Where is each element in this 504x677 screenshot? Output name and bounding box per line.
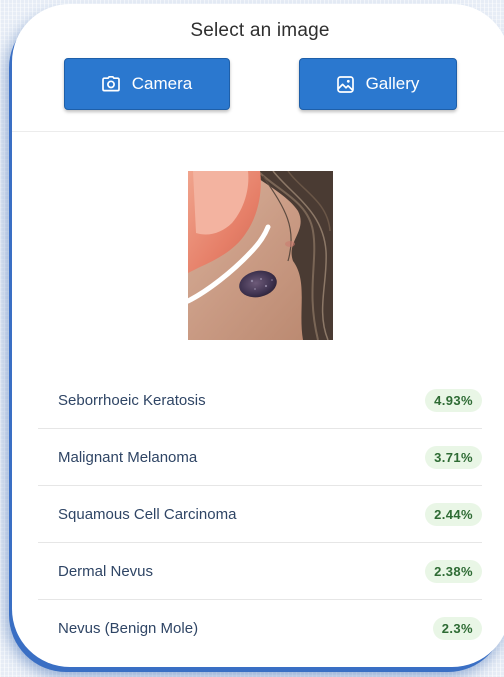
gallery-button[interactable]: Gallery bbox=[299, 58, 457, 110]
list-item: Malignant Melanoma 3.71% bbox=[38, 429, 482, 486]
camera-button-label: Camera bbox=[131, 74, 193, 93]
camera-button[interactable]: Camera bbox=[64, 58, 230, 110]
condition-name: Nevus (Benign Mole) bbox=[58, 620, 199, 637]
image-icon bbox=[336, 75, 354, 93]
condition-name: Seborrhoeic Keratosis bbox=[58, 391, 206, 409]
condition-name: Dermal Nevus bbox=[58, 562, 154, 580]
confidence-badge: 2.38% bbox=[425, 559, 482, 583]
list-item: Nevus (Benign Mole) 2.3% bbox=[38, 600, 482, 657]
confidence-badge: 3.71% bbox=[425, 445, 482, 469]
gallery-button-label: Gallery bbox=[365, 74, 420, 93]
page-title: Select an image bbox=[190, 20, 330, 41]
confidence-badge: 4.93% bbox=[425, 388, 482, 412]
image-picker-card: Select an image Camera Gallery Seborrhoe… bbox=[12, 4, 504, 667]
confidence-badge: 2.44% bbox=[425, 502, 482, 526]
divider bbox=[12, 131, 504, 132]
list-item: Dermal Nevus 2.38% bbox=[38, 543, 482, 600]
list-item: Seborrhoeic Keratosis 4.93% bbox=[38, 372, 482, 429]
condition-name: Squamous Cell Carcinoma bbox=[58, 505, 237, 523]
list-item: Squamous Cell Carcinoma 2.44% bbox=[38, 486, 482, 543]
condition-name: Malignant Melanoma bbox=[58, 448, 198, 466]
camera-icon bbox=[101, 76, 120, 92]
confidence-badge: 2.3% bbox=[432, 617, 482, 640]
selected-image bbox=[188, 171, 333, 340]
prediction-list: Seborrhoeic Keratosis 4.93% Malignant Me… bbox=[38, 372, 482, 657]
